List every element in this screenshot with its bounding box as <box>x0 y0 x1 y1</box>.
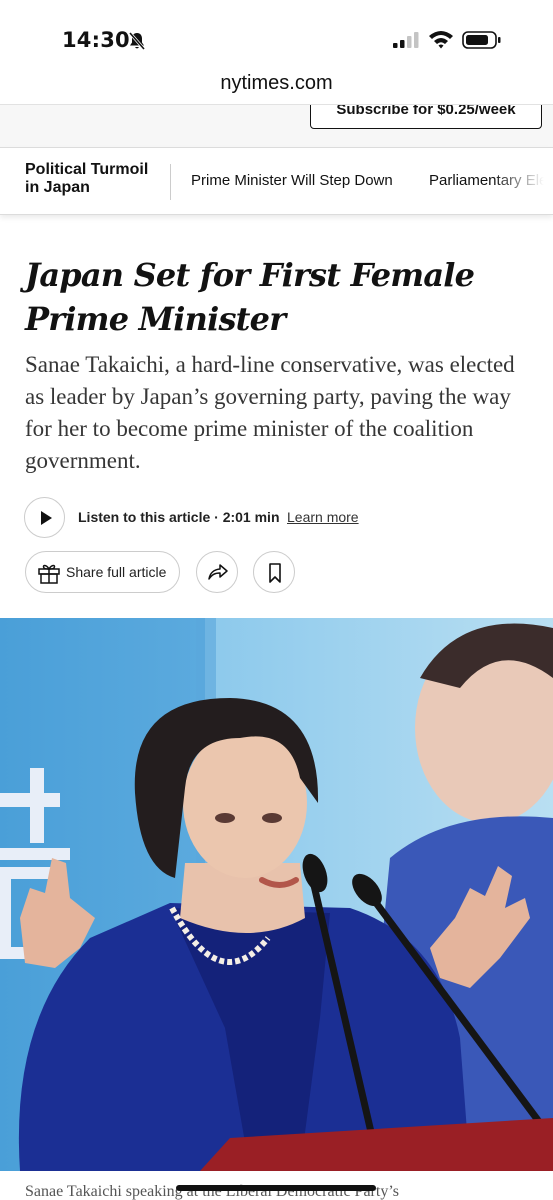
story-nav: Political Turmoil in Japan Prime Ministe… <box>0 147 553 215</box>
bookmark-icon <box>269 563 281 583</box>
share-label: Share full article <box>66 564 167 580</box>
play-icon <box>41 511 52 525</box>
status-bar: 14:30 nytimes.com <box>0 0 553 94</box>
nav-divider <box>170 164 171 200</box>
play-audio-button[interactable] <box>24 497 65 538</box>
save-bookmark-button[interactable] <box>253 551 295 593</box>
home-indicator[interactable] <box>176 1185 376 1191</box>
status-time: 14:30 <box>62 28 130 52</box>
wifi-icon <box>429 31 453 49</box>
nav-section-title[interactable]: Political Turmoil in Japan <box>25 161 165 197</box>
bell-muted-icon <box>128 32 146 50</box>
address-bar-url[interactable]: nytimes.com <box>0 72 553 95</box>
subscribe-banner: Subscribe for $0.25/week <box>0 104 553 147</box>
battery-icon <box>462 31 501 49</box>
nav-fade <box>493 148 553 214</box>
gift-icon <box>38 564 60 584</box>
article-headline: Japan Set for First Female Prime Ministe… <box>25 256 475 338</box>
listen-label: Listen to this article · 2:01 min <box>78 509 280 525</box>
share-button[interactable] <box>196 551 238 593</box>
cellular-signal-icon <box>393 32 419 48</box>
share-arrow-icon <box>208 564 228 580</box>
photo-illustration <box>0 618 553 1171</box>
article-summary: Sanae Takaichi, a hard-line conservative… <box>25 352 515 473</box>
subscribe-button[interactable]: Subscribe for $0.25/week <box>310 105 542 129</box>
nav-link-step-down[interactable]: Prime Minister Will Step Down <box>191 172 393 189</box>
article-lead-photo[interactable] <box>0 618 553 1171</box>
learn-more-link[interactable]: Learn more <box>287 509 359 525</box>
share-full-article-button[interactable]: Share full article <box>25 551 180 593</box>
